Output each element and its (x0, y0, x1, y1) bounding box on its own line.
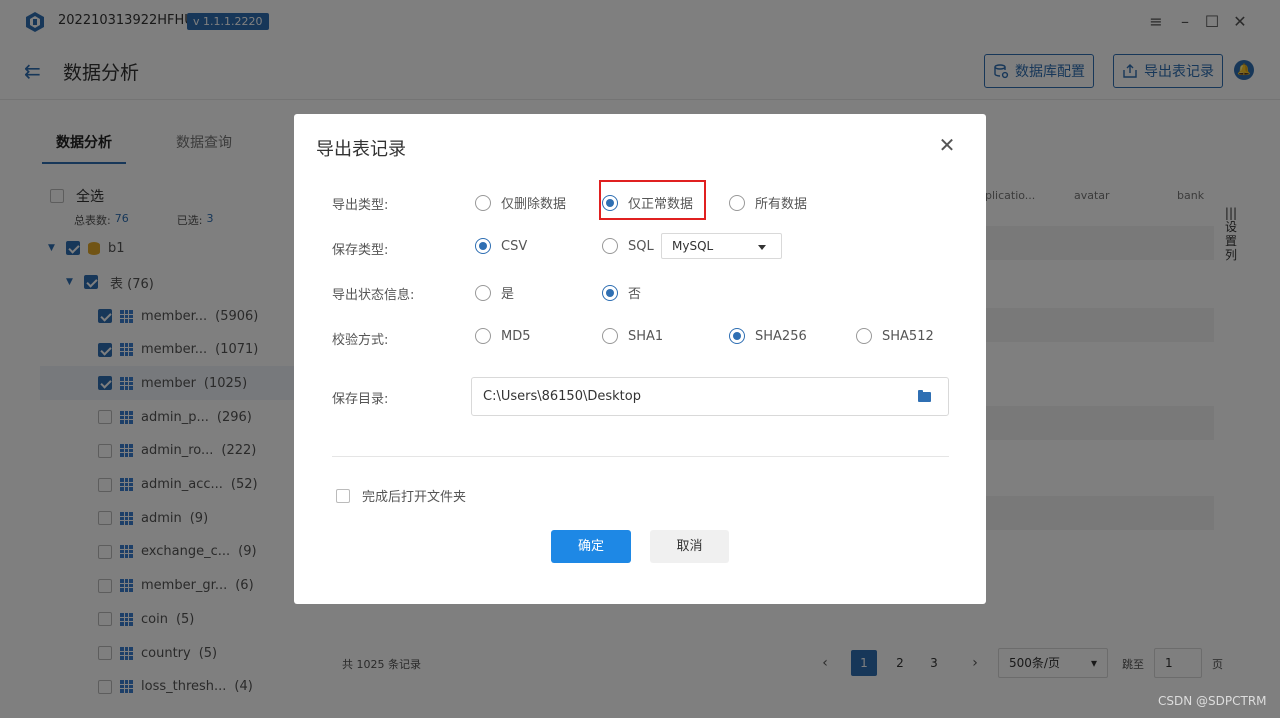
radio-label: SHA256 (755, 328, 807, 344)
radio-label: 是 (501, 287, 515, 302)
radio-circle[interactable] (475, 328, 491, 344)
radio-circle[interactable] (475, 284, 491, 301)
radio-circle[interactable] (856, 328, 872, 344)
dialog-title: 导出表记录 (316, 139, 406, 160)
radio-sha256[interactable]: SHA256 (729, 328, 807, 344)
checksum-label: 校验方式: (332, 333, 389, 348)
radio-all-data[interactable]: 所有数据 (729, 193, 807, 212)
radio-circle[interactable] (602, 238, 618, 254)
watermark-text: CSDN @SDPCTRM (1158, 694, 1267, 708)
save-dir-value: C:\Users\86150\Desktop (483, 389, 641, 404)
sql-dialect-value: MySQL (672, 239, 714, 253)
radio-label: 否 (628, 287, 642, 302)
radio-label: 仅删除数据 (501, 197, 567, 212)
export-records-dialog: 导出表记录 ✕ 导出类型: 仅删除数据 仅正常数据 所有数据 保存类型: CSV… (294, 114, 986, 604)
radio-label: SHA512 (882, 328, 934, 344)
confirm-button[interactable]: 确定 (551, 530, 631, 563)
radio-label: 所有数据 (755, 197, 808, 212)
radio-deleted-only[interactable]: 仅删除数据 (475, 193, 566, 212)
radio-circle[interactable] (729, 194, 745, 211)
dialog-divider (332, 456, 949, 457)
open-folder-option[interactable]: 完成后打开文件夹 (336, 486, 466, 505)
caret-down-icon (758, 245, 766, 250)
radio-status-no[interactable]: 否 (602, 283, 641, 302)
radio-sha1[interactable]: SHA1 (602, 328, 663, 344)
radio-label: MD5 (501, 328, 531, 344)
export-type-label: 导出类型: (332, 198, 389, 213)
open-folder-checkbox[interactable] (336, 488, 350, 503)
radio-circle-selected[interactable] (475, 238, 491, 254)
radio-label: CSV (501, 238, 528, 254)
radio-circle-selected[interactable] (602, 284, 618, 301)
radio-csv[interactable]: CSV (475, 238, 527, 254)
radio-status-yes[interactable]: 是 (475, 283, 514, 302)
radio-label: SHA1 (628, 328, 664, 344)
radio-circle-selected[interactable] (729, 328, 745, 344)
radio-circle[interactable] (475, 194, 491, 211)
radio-label: SQL (628, 238, 654, 254)
dialog-close-icon[interactable]: ✕ (938, 135, 956, 155)
cancel-button[interactable]: 取消 (650, 530, 729, 563)
highlight-annotation-box (599, 180, 706, 220)
radio-md5[interactable]: MD5 (475, 328, 531, 344)
export-status-label: 导出状态信息: (332, 288, 415, 303)
open-folder-label: 完成后打开文件夹 (362, 490, 467, 505)
radio-circle[interactable] (602, 328, 618, 344)
save-dir-input[interactable]: C:\Users\86150\Desktop (471, 377, 949, 416)
radio-sql[interactable]: SQL (602, 238, 654, 254)
folder-open-icon[interactable] (918, 390, 931, 402)
save-type-label: 保存类型: (332, 243, 389, 258)
sql-dialect-select[interactable]: MySQL (661, 233, 782, 259)
radio-sha512[interactable]: SHA512 (856, 328, 934, 344)
save-dir-label: 保存目录: (332, 392, 389, 407)
